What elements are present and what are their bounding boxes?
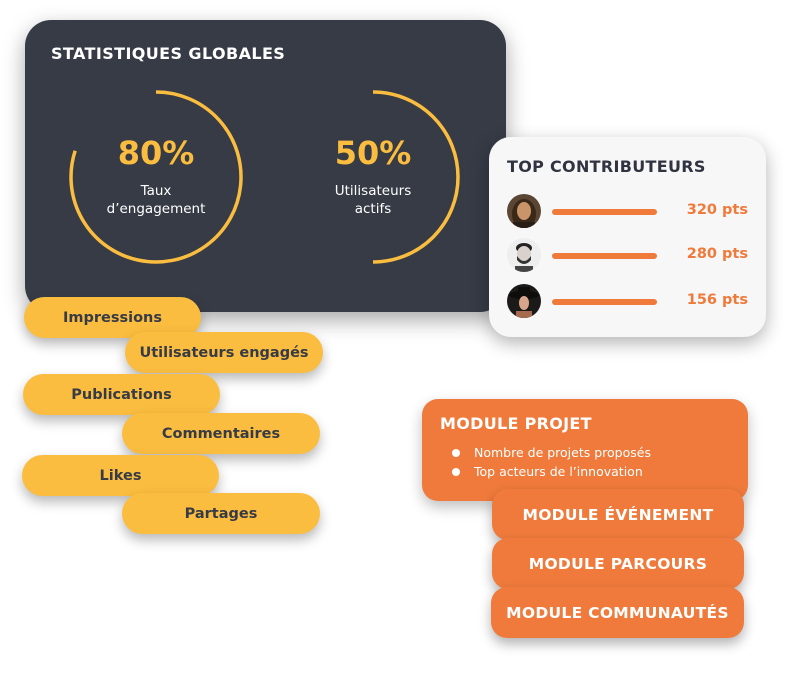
contributor-row[interactable]: 320 pts [489,194,766,230]
bullet-text: Top acteurs de l’innovation [474,464,643,479]
metric-pill-comments[interactable]: Commentaires [122,413,320,454]
gauge-active-users-arc [372,90,460,264]
gauge-label-line2: actifs [354,201,392,217]
gauge-label-line1: Utilisateurs [334,183,412,199]
contributor-row[interactable]: 156 pts [489,284,766,320]
gauge-label-line1: Taux [140,183,172,199]
module-projet-bullet: Nombre de projets proposés [452,443,651,462]
metric-pill-likes[interactable]: Likes [22,455,219,496]
module-projet-bullet: Top acteurs de l’innovation [452,462,651,481]
contributor-score-bar [552,209,657,215]
metric-pill-shares[interactable]: Partages [122,493,320,534]
top-contributors-card: TOP CONTRIBUTEURS 320 pts 280 pts 156 pt… [489,137,766,337]
bullet-dot-icon [452,449,460,457]
module-evenement-button[interactable]: MODULE ÉVÉNEMENT [492,489,744,540]
gauge-active-users-label: Utilisateurs actifs [278,182,468,218]
gauge-active-users-value: 50% [334,134,412,172]
contributor-score: 320 pts [686,202,748,218]
avatar-man-beard-icon [507,238,541,272]
stats-title: STATISTIQUES GLOBALES [51,44,286,63]
avatar-woman-long-hair-icon [507,194,541,228]
module-communautes-button[interactable]: MODULE COMMUNAUTÉS [491,587,744,638]
bullet-dot-icon [452,468,460,476]
module-parcours-button[interactable]: MODULE PARCOURS [492,538,744,589]
contributors-title: TOP CONTRIBUTEURS [507,157,706,176]
contributor-score-bar [552,253,657,259]
module-projet-list: Nombre de projets proposés Top acteurs d… [452,443,651,481]
bullet-text: Nombre de projets proposés [474,445,651,460]
gauge-label-line2: d’engagement [106,201,206,217]
global-stats-card: STATISTIQUES GLOBALES 80% Taux d’engagem… [25,20,506,312]
gauge-engagement-label: Taux d’engagement [61,182,251,218]
gauge-engagement-arc [69,90,243,264]
avatar-woman-hat-icon [507,284,541,318]
metric-pill-engaged-users[interactable]: Utilisateurs engagés [125,332,323,373]
module-projet-title: MODULE PROJET [440,414,592,433]
metric-pill-publications[interactable]: Publications [23,374,220,415]
contributor-score-bar [552,299,657,305]
contributor-row[interactable]: 280 pts [489,238,766,274]
module-projet-card[interactable]: MODULE PROJET Nombre de projets proposés… [422,399,748,501]
contributor-score: 280 pts [686,246,748,262]
gauge-engagement: 80% Taux d’engagement [61,82,251,272]
gauge-active-users: 50% Utilisateurs actifs [278,82,468,272]
gauge-engagement-value: 80% [117,134,195,172]
contributor-score: 156 pts [686,292,748,308]
